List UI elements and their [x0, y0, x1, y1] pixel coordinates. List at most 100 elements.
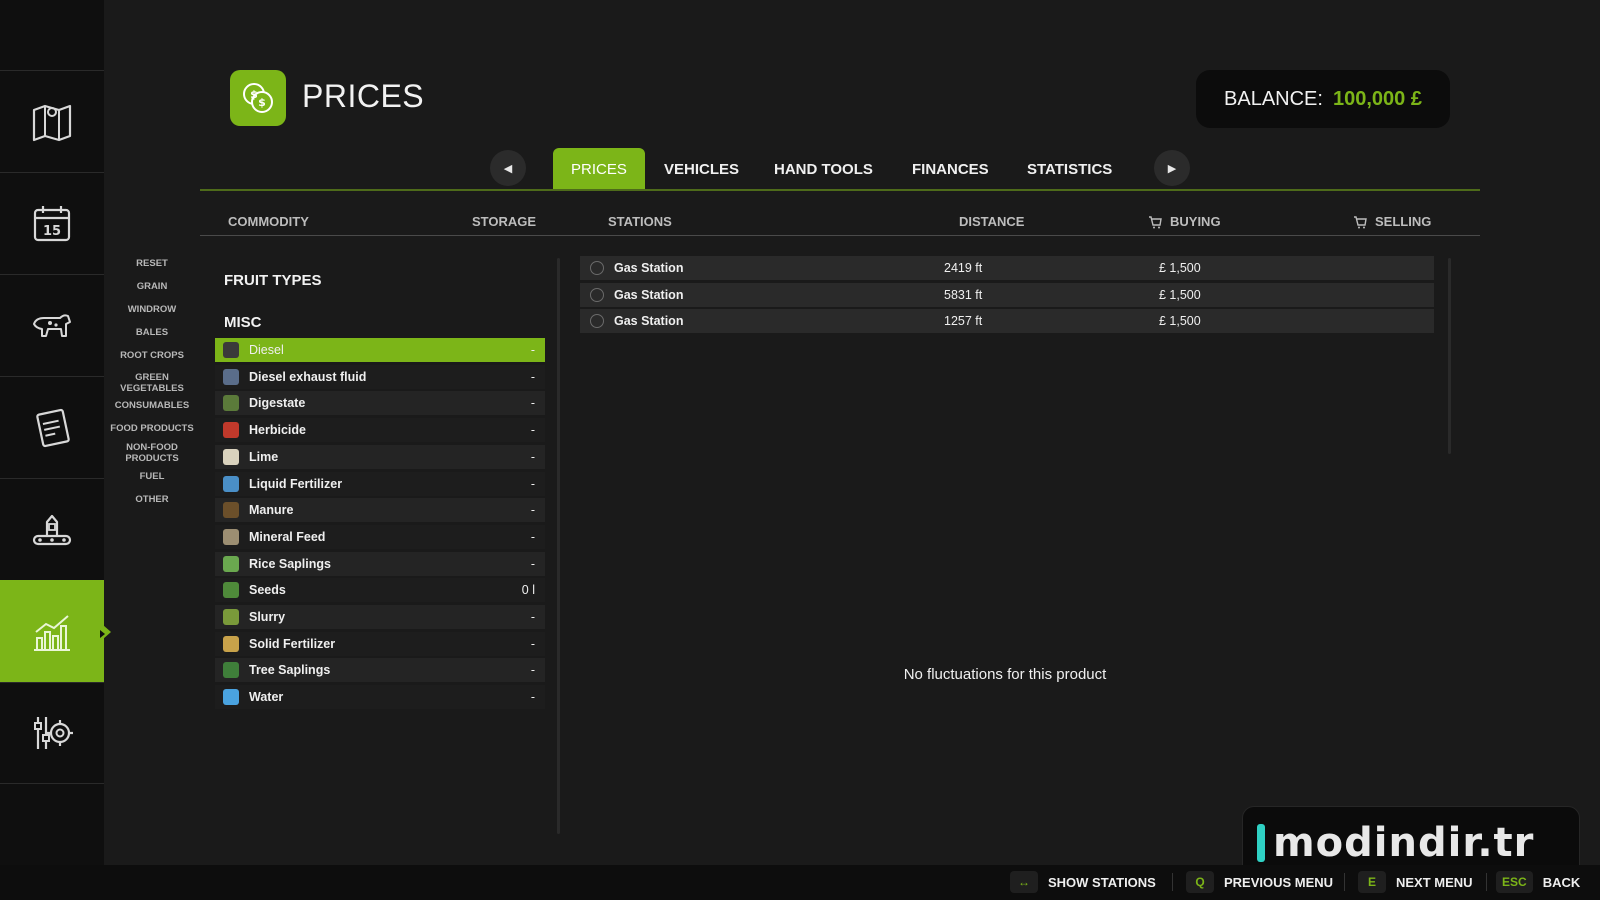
filter-non-food-products[interactable]: NON-FOOD PRODUCTS: [104, 442, 200, 464]
prices-header-icon: $ $: [230, 70, 286, 126]
section-misc[interactable]: MISC: [224, 314, 262, 331]
column-header-divider: [200, 235, 1480, 236]
commodity-row[interactable]: Herbicide -: [215, 418, 545, 442]
commodity-row[interactable]: Solid Fertilizer -: [215, 632, 545, 656]
filter-fuel[interactable]: FUEL: [104, 471, 200, 482]
commodity-name: Lime: [249, 450, 279, 464]
filter-root-crops[interactable]: ROOT CROPS: [104, 350, 200, 361]
commodity-icon: [223, 582, 239, 598]
column-selling: SELLING: [1353, 214, 1431, 229]
tab-prev-button[interactable]: ◀: [490, 150, 526, 186]
commodity-name: Diesel: [249, 343, 284, 357]
filter-reset[interactable]: RESET: [104, 258, 200, 269]
nav-settings[interactable]: [0, 682, 104, 784]
station-scrollbar[interactable]: [1448, 258, 1451, 454]
hint-next-menu[interactable]: E NEXT MENU: [1358, 870, 1473, 894]
balance-value: 100,000 £: [1332, 87, 1422, 110]
commodity-icon: [223, 369, 239, 385]
station-pin-icon: [590, 288, 604, 302]
arrow-left-icon: ◀: [503, 162, 513, 175]
filter-consumables[interactable]: CONSUMABLES: [104, 400, 200, 411]
station-name: Gas Station: [614, 314, 684, 328]
svg-text:15: 15: [43, 224, 61, 239]
commodity-row[interactable]: Water -: [215, 685, 545, 709]
tab-underline: [200, 189, 1480, 191]
commodity-name: Water: [249, 690, 284, 704]
watermark-bar: [1257, 824, 1265, 862]
commodity-name: Seeds: [249, 583, 286, 597]
nav-contracts[interactable]: [0, 376, 104, 478]
tab-vehicles[interactable]: VEHICLES: [646, 148, 757, 190]
nav-prices[interactable]: [0, 580, 111, 682]
key-esc: ESC: [1496, 871, 1533, 893]
prices-chart-icon: [34, 614, 70, 651]
no-fluctuations-message: No fluctuations for this product: [903, 666, 1107, 683]
tab-prices[interactable]: PRICES: [553, 148, 645, 190]
commodity-row[interactable]: Diesel exhaust fluid -: [215, 365, 545, 389]
commodity-icon: [223, 449, 239, 465]
commodity-storage: -: [530, 530, 535, 544]
tab-hand-tools[interactable]: HAND TOOLS: [756, 148, 891, 190]
nav-production[interactable]: [0, 478, 104, 580]
hint-previous-menu[interactable]: Q PREVIOUS MENU: [1186, 870, 1333, 894]
commodity-storage: -: [530, 663, 535, 677]
commodity-name: Diesel exhaust fluid: [249, 370, 367, 384]
tab-finances[interactable]: FINANCES: [894, 148, 1007, 190]
balance-display: BALANCE: 100,000 £: [1196, 70, 1450, 128]
key-e: E: [1358, 871, 1386, 893]
section-fruit-types[interactable]: FRUIT TYPES: [224, 272, 322, 289]
commodity-name: Solid Fertilizer: [249, 637, 336, 651]
commodity-storage: -: [530, 450, 535, 464]
commodity-row[interactable]: Slurry -: [215, 605, 545, 629]
commodity-row[interactable]: Tree Saplings -: [215, 658, 545, 682]
hint-show-stations[interactable]: ↔ SHOW STATIONS: [1010, 870, 1156, 894]
commodity-name: Digestate: [249, 396, 306, 410]
commodity-name: Manure: [249, 503, 294, 517]
hint-label: BACK: [1542, 874, 1581, 890]
commodity-row[interactable]: Manure -: [215, 498, 545, 522]
column-stations: STATIONS: [608, 214, 672, 229]
station-distance: 5831 ft: [944, 288, 983, 302]
hint-back[interactable]: ESC BACK: [1496, 870, 1580, 894]
station-row[interactable]: Gas Station 1257 ft £ 1,500: [580, 309, 1434, 333]
filter-food-products[interactable]: FOOD PRODUCTS: [104, 423, 200, 434]
commodity-storage: -: [530, 477, 535, 491]
commodity-row[interactable]: Mineral Feed -: [215, 525, 545, 549]
nav-animals[interactable]: [0, 274, 104, 376]
commodity-row[interactable]: Digestate -: [215, 391, 545, 415]
filter-bales[interactable]: BALES: [104, 327, 200, 338]
commodity-icon: [223, 476, 239, 492]
hint-label: SHOW STATIONS: [1048, 874, 1156, 890]
commodity-row-selected[interactable]: Diesel -: [215, 338, 545, 362]
commodity-scrollbar[interactable]: [557, 258, 560, 834]
tab-next-button[interactable]: ▶: [1154, 150, 1190, 186]
filter-windrow[interactable]: WINDROW: [104, 304, 200, 315]
station-buying-price: £ 1,500: [1159, 314, 1201, 328]
station-distance: 2419 ft: [944, 261, 983, 275]
filter-other[interactable]: OTHER: [104, 494, 200, 505]
nav-map[interactable]: [0, 70, 104, 172]
commodity-icon: [223, 636, 239, 652]
animals-icon: [33, 313, 71, 337]
svg-text:$: $: [250, 88, 258, 101]
commodity-row[interactable]: Lime -: [215, 445, 545, 469]
commodity-row[interactable]: Seeds 0 l: [215, 578, 545, 602]
commodity-name: Herbicide: [249, 423, 306, 437]
commodity-storage: -: [530, 396, 535, 410]
commodity-row[interactable]: Liquid Fertilizer -: [215, 472, 545, 496]
arrow-right-icon: ▶: [1167, 162, 1177, 175]
filter-grain[interactable]: GRAIN: [104, 281, 200, 292]
nav-calendar[interactable]: 15: [0, 172, 104, 274]
filter-green-vegetables[interactable]: GREEN VEGETABLES: [104, 372, 200, 394]
buying-label: BUYING: [1170, 214, 1221, 229]
coins-icon: $ $: [243, 83, 273, 113]
buying-icon: [1149, 215, 1162, 228]
station-row[interactable]: Gas Station 2419 ft £ 1,500: [580, 256, 1434, 280]
station-row[interactable]: Gas Station 5831 ft £ 1,500: [580, 283, 1434, 307]
commodity-storage: -: [530, 557, 535, 571]
commodity-storage: -: [530, 637, 535, 651]
tab-statistics[interactable]: STATISTICS: [1009, 148, 1130, 190]
commodity-row[interactable]: Rice Saplings -: [215, 552, 545, 576]
settings-icon: [34, 717, 73, 749]
watermark-text: modindir.tr: [1273, 820, 1535, 866]
